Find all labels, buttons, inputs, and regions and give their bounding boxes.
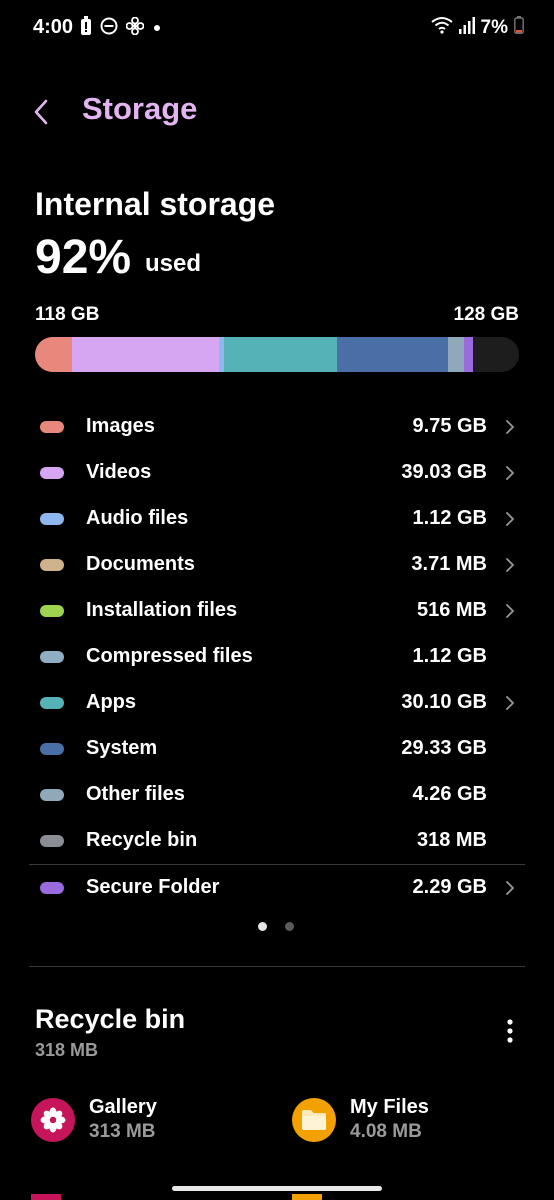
recycle-bin-app-gallery[interactable]: Gallery 313 MB <box>31 1094 271 1154</box>
category-size: 2.29 GB <box>412 876 487 898</box>
category-size: 29.33 GB <box>401 737 487 759</box>
do-not-disturb-icon <box>100 17 118 40</box>
battery-icon <box>514 16 524 40</box>
chevron-right-icon <box>504 511 516 527</box>
storage-category-row: Compressed files 1.12 GB <box>0 634 554 680</box>
category-label: Recycle bin <box>86 829 198 851</box>
usage-segment <box>337 337 449 372</box>
status-time: 4:00 <box>33 16 74 38</box>
category-size: 30.10 GB <box>401 691 487 713</box>
chevron-right-icon <box>504 419 516 435</box>
usage-segment <box>448 337 465 372</box>
storage-category-row[interactable]: Installation files 516 MB <box>0 588 554 634</box>
total-capacity: 128 GB <box>453 304 519 325</box>
chevron-right-icon <box>504 465 516 481</box>
folder-icon <box>292 1098 336 1142</box>
category-color-dot <box>40 882 64 894</box>
category-color-dot <box>40 513 64 525</box>
chevron-right-icon <box>504 880 516 896</box>
usage-segment <box>71 337 220 372</box>
storage-category-row: Recycle bin 318 MB <box>0 818 554 864</box>
app-size: 4.08 MB <box>350 1121 422 1142</box>
page-title: Storage <box>82 91 198 126</box>
app-name: My Files <box>350 1096 429 1118</box>
category-color-dot <box>40 605 64 617</box>
category-color-dot <box>40 559 64 571</box>
category-label: Other files <box>86 783 185 805</box>
category-label: Apps <box>86 691 136 713</box>
chevron-right-icon <box>504 557 516 573</box>
section-divider <box>29 966 525 967</box>
wifi-icon <box>430 16 453 40</box>
home-indicator[interactable] <box>172 1186 382 1191</box>
usage-used-label: used <box>145 250 202 277</box>
next-row-peek <box>292 1194 322 1200</box>
usage-percent: 92% <box>35 231 132 284</box>
storage-usage-bar <box>35 337 519 372</box>
fan-icon <box>125 16 145 40</box>
category-size: 9.75 GB <box>412 415 487 437</box>
category-color-dot <box>40 835 64 847</box>
category-size: 4.26 GB <box>412 783 487 805</box>
category-label: System <box>86 737 158 759</box>
chevron-right-icon <box>504 603 516 619</box>
notification-dot-icon <box>152 20 162 38</box>
category-color-dot <box>40 421 64 433</box>
page-indicator <box>258 922 294 931</box>
category-size: 516 MB <box>416 599 487 621</box>
category-label: Audio files <box>86 507 189 529</box>
storage-category-row: Other files 4.26 GB <box>0 772 554 818</box>
storage-category-row: System 29.33 GB <box>0 726 554 772</box>
battery-percent: 7% <box>480 17 508 38</box>
category-label: Images <box>86 415 155 437</box>
usage-segment <box>35 337 72 372</box>
storage-category-row[interactable]: Apps 30.10 GB <box>0 680 554 726</box>
recycle-bin-app-my-files[interactable]: My Files 4.08 MB <box>292 1094 532 1154</box>
category-size: 1.12 GB <box>412 645 487 667</box>
signal-icon <box>458 16 475 40</box>
recycle-bin-size: 318 MB <box>35 1040 99 1060</box>
category-label: Installation files <box>86 599 238 621</box>
category-color-dot <box>40 743 64 755</box>
category-size: 3.71 MB <box>411 553 487 575</box>
internal-storage-title: Internal storage <box>35 186 276 222</box>
category-label: Secure Folder <box>86 876 220 898</box>
storage-category-row[interactable]: Audio files 1.12 GB <box>0 496 554 542</box>
category-label: Compressed files <box>86 645 253 667</box>
category-label: Documents <box>86 553 195 575</box>
category-color-dot <box>40 789 64 801</box>
category-label: Videos <box>86 461 152 483</box>
category-color-dot <box>40 467 64 479</box>
category-size: 39.03 GB <box>401 461 487 483</box>
app-header: Storage <box>0 88 554 138</box>
status-bar: 4:00 7% <box>0 0 554 54</box>
recycle-bin-title: Recycle bin <box>35 1004 186 1034</box>
used-capacity: 118 GB <box>35 304 100 325</box>
app-name: Gallery <box>89 1096 157 1118</box>
storage-category-list: Images 9.75 GB Videos 39.03 GB Audio files 1.… <box>0 404 554 911</box>
storage-category-row[interactable]: Videos 39.03 GB <box>0 450 554 496</box>
page-dot[interactable] <box>285 922 294 931</box>
category-color-dot <box>40 651 64 663</box>
page-dot[interactable] <box>258 922 267 931</box>
gallery-flower-icon <box>31 1098 75 1142</box>
next-row-peek <box>31 1194 61 1200</box>
usage-segment <box>223 337 338 372</box>
storage-category-row[interactable]: Secure Folder 2.29 GB <box>0 865 554 911</box>
more-vertical-icon[interactable] <box>502 1018 518 1046</box>
storage-category-row[interactable]: Images 9.75 GB <box>0 404 554 450</box>
storage-category-row[interactable]: Documents 3.71 MB <box>0 542 554 588</box>
category-color-dot <box>40 697 64 709</box>
back-arrow-icon[interactable] <box>28 94 64 130</box>
category-size: 318 MB <box>416 829 487 851</box>
usage-segment <box>464 337 473 372</box>
app-size: 313 MB <box>89 1121 156 1142</box>
battery-alert-icon <box>80 16 92 41</box>
category-size: 1.12 GB <box>412 507 487 529</box>
chevron-right-icon <box>504 695 516 711</box>
